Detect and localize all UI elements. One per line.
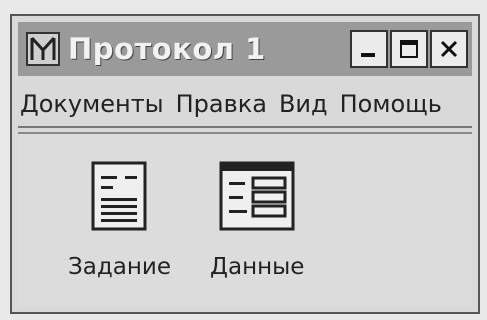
task-item[interactable]: Задание	[68, 160, 171, 280]
data-item[interactable]: Данные	[210, 160, 304, 280]
menu-divider	[18, 126, 472, 128]
app-window: Протокол 1 Документы Правка Вид Помощь З…	[10, 14, 480, 314]
document-area: Задание Данные	[18, 132, 472, 306]
menu-bar: Документы Правка Вид Помощь	[20, 84, 472, 124]
document-icon	[91, 161, 147, 231]
window-title: Протокол 1	[68, 32, 266, 66]
menu-item-help[interactable]: Помощь	[340, 90, 442, 118]
title-bar[interactable]: Протокол 1	[18, 22, 472, 76]
network-app-icon[interactable]	[24, 30, 62, 68]
table-icon	[219, 161, 295, 231]
menu-item-documents[interactable]: Документы	[20, 90, 164, 118]
minimize-icon	[361, 53, 375, 57]
close-button[interactable]	[430, 30, 468, 68]
data-label: Данные	[210, 254, 305, 280]
menu-item-edit[interactable]: Правка	[176, 90, 267, 118]
maximize-button[interactable]	[390, 30, 428, 68]
menu-item-view[interactable]: Вид	[279, 90, 328, 118]
close-icon	[440, 40, 458, 58]
maximize-icon	[400, 40, 418, 58]
minimize-button[interactable]	[350, 30, 388, 68]
task-label: Задание	[68, 254, 171, 280]
